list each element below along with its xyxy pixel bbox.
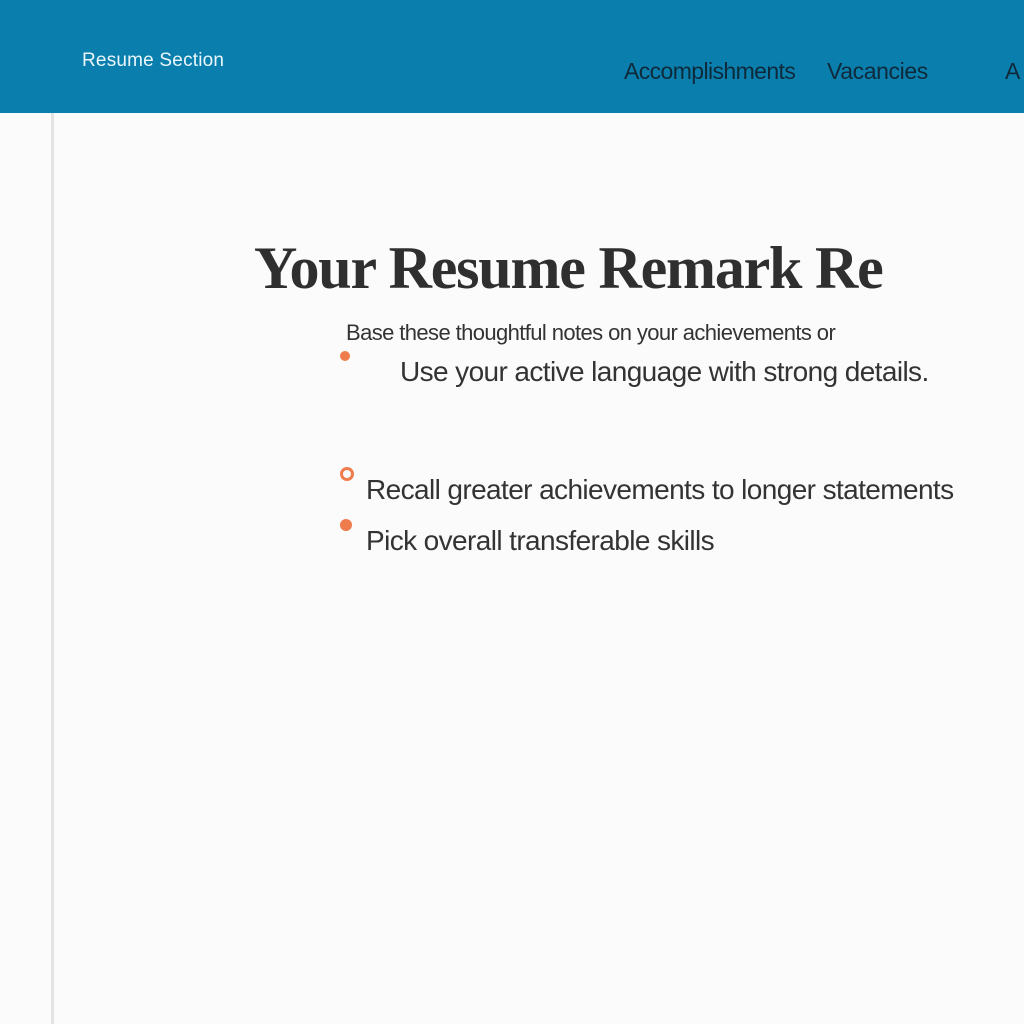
nav-item-vacancies[interactable]: Vacancies — [827, 58, 928, 85]
list-item-text: Use your active language with strong det… — [400, 356, 929, 387]
intro-text: Base these thoughtful notes on your achi… — [346, 320, 836, 345]
top-navigation-bar: Resume Section Accomplishments Vacancies… — [0, 0, 1024, 113]
bullet-dot-icon — [340, 519, 352, 531]
list-item-text: Pick overall transferable skills — [366, 525, 715, 556]
bullet-dot-icon — [340, 351, 350, 361]
page-title: Your Resume Remark Re — [254, 235, 884, 301]
list-item-text: Recall greater achievements to longer st… — [366, 474, 954, 505]
content-left-border — [51, 113, 54, 1024]
nav-item-overflow[interactable]: A — [1005, 58, 1020, 85]
nav-item-accomplishments[interactable]: Accomplishments — [624, 58, 796, 85]
bullet-dot-icon — [340, 467, 354, 481]
brand-link[interactable]: Resume Section — [82, 50, 224, 72]
